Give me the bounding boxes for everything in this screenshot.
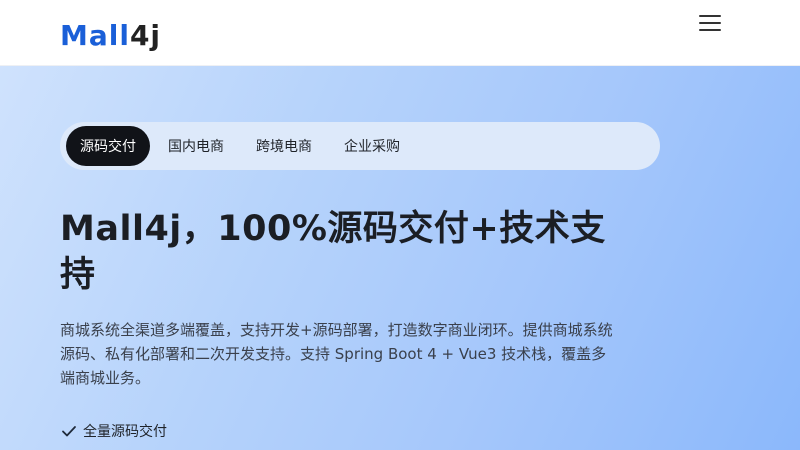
hamburger-menu-icon[interactable]: [699, 15, 721, 33]
solution-tabs: 源码交付 国内电商 跨境电商 企业采购: [60, 122, 660, 170]
check-icon: [62, 426, 76, 437]
hero-headline: Mall4j，100%源码交付+技术支持: [60, 209, 606, 295]
tab-domestic-ecommerce[interactable]: 国内电商: [154, 126, 238, 166]
mall4j-logo[interactable]: Mall 4j: [60, 14, 161, 50]
feature-item: 全量源码交付: [60, 420, 167, 442]
tab-cross-border-ecommerce[interactable]: 跨境电商: [242, 126, 326, 166]
feature-list: 全量源码交付: [60, 420, 167, 446]
feature-label: 全量源码交付: [83, 424, 167, 440]
logo-text-prefix: Mall: [60, 19, 130, 52]
hero-section: 源码交付 国内电商 跨境电商 企业采购 Mall4j，100%源码交付+技术支持…: [0, 66, 800, 450]
site-header: Mall 4j: [0, 0, 800, 66]
tab-source-delivery[interactable]: 源码交付: [66, 126, 150, 166]
logo-text-suffix: 4j: [129, 19, 162, 52]
hero-description: 商城系统全渠道多端覆盖，支持开发+源码部署，打造数字商业闭环。提供商城系统源码、…: [60, 321, 613, 387]
tab-enterprise-procurement[interactable]: 企业采购: [330, 126, 414, 166]
